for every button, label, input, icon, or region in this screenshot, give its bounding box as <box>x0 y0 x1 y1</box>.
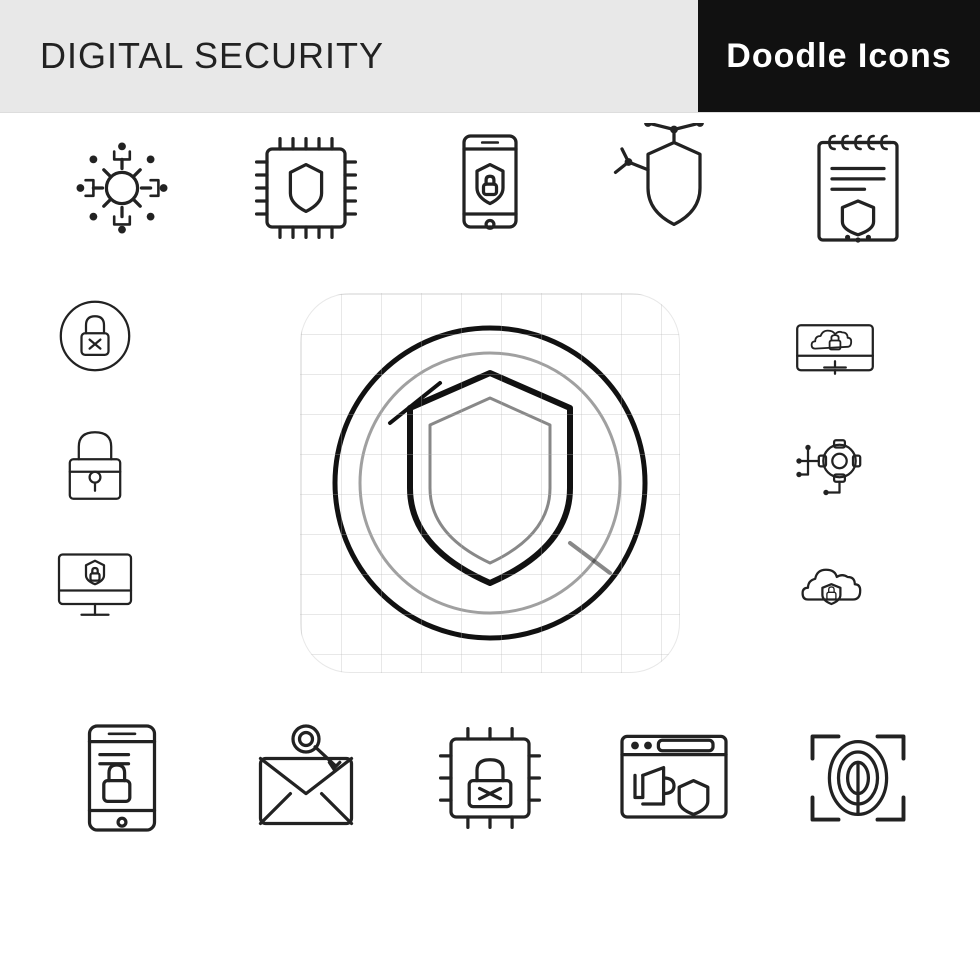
grid-background <box>300 293 680 673</box>
notebook-shield-icon <box>793 123 923 253</box>
header: DIGITAL SECURITY Doodle Icons <box>0 0 980 113</box>
computer-lock-icon <box>30 528 160 643</box>
right-icon-col <box>770 268 950 698</box>
envelope-key-icon <box>241 713 371 843</box>
mobile-shield-icon <box>425 123 555 253</box>
middle-section <box>0 268 980 698</box>
brand-name: Doodle Icons <box>726 37 951 76</box>
cloud-computer-lock-icon <box>770 278 900 393</box>
network-shield-icon <box>609 123 739 253</box>
featured-icon-area <box>210 268 770 698</box>
left-icon-col <box>30 268 210 698</box>
circuit-gear-icon <box>770 403 900 518</box>
header-right: Doodle Icons <box>698 0 980 112</box>
lock-circle-x-icon <box>30 278 160 393</box>
header-left: DIGITAL SECURITY <box>0 0 698 112</box>
featured-container <box>300 293 680 673</box>
fingerprint-icon <box>793 713 923 843</box>
page-title: DIGITAL SECURITY <box>40 35 384 77</box>
mobile-lock-icon <box>57 713 187 843</box>
top-icon-row <box>0 113 980 263</box>
chip-lock-icon <box>425 713 555 843</box>
browser-shield-icon <box>609 713 739 843</box>
chip-shield-icon <box>241 123 371 253</box>
cloud-shield-icon <box>770 528 900 643</box>
padlock-icon <box>30 403 160 518</box>
gear-network-icon <box>57 123 187 253</box>
bottom-icon-row <box>0 703 980 853</box>
